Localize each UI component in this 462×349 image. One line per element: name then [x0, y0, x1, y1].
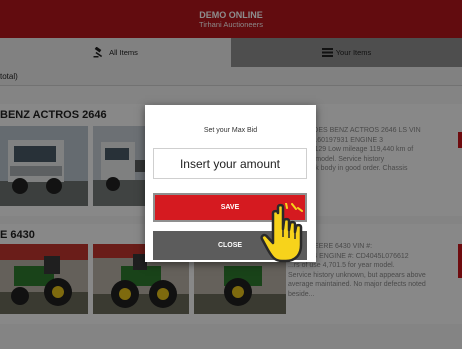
bid-amount-input[interactable]	[153, 148, 307, 179]
dialog-title: Set your Max Bid	[203, 127, 258, 134]
hand-pointer-icon	[260, 203, 303, 263]
close-button-label: CLOSE	[217, 242, 243, 249]
save-button-label: SAVE	[220, 204, 240, 211]
